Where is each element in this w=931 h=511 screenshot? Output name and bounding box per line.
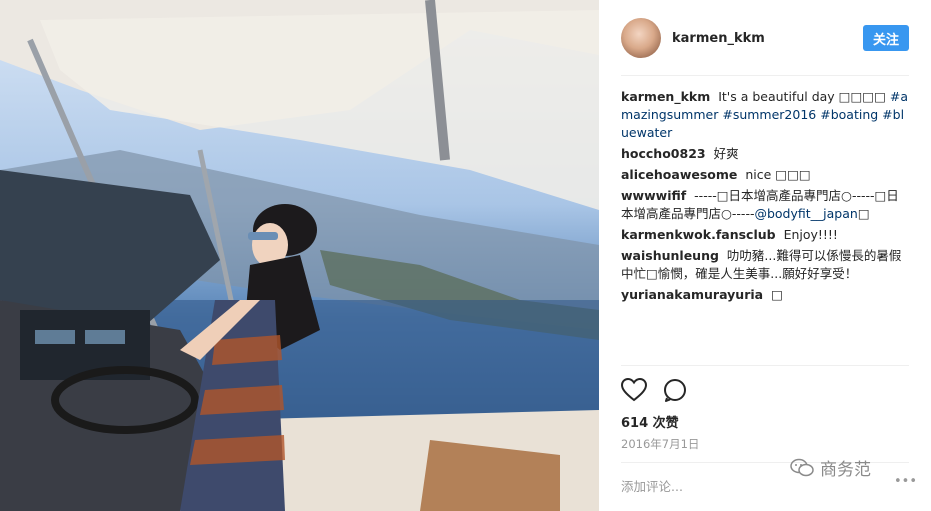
comment-username[interactable]: karmenkwok.fansclub [621,227,776,242]
comment-item: karmenkwok.fansclub Enjoy!!!! [621,226,909,244]
photo-scene [0,0,599,511]
comment-tail: □ [857,206,870,221]
comment-item: alicehoawesome nice □□□ [621,166,909,184]
comment-username[interactable]: hoccho0823 [621,146,706,161]
post-sidebar: karmen_kkm 关注 karmen_kkm It's a beautifu… [599,0,931,511]
caption-text: It's a beautiful day □□□□ [718,89,886,104]
post-date: 2016年7月1日 [621,437,700,451]
actions-divider [621,365,909,366]
comment-item: yurianakamurayuria □ [621,286,909,304]
caption: karmen_kkm It's a beautiful day □□□□ #am… [621,88,909,142]
post-header: karmen_kkm 关注 [621,15,909,61]
comment-username[interactable]: waishunleung [621,248,719,263]
header-divider [621,75,909,76]
comment-username[interactable]: yurianakamurayuria [621,287,763,302]
hashtag-boating[interactable]: #boating [820,107,878,122]
wechat-icon [790,458,814,476]
header-username[interactable]: karmen_kkm [672,31,765,46]
comment-item: hoccho0823 好爽 [621,145,909,163]
comment-icon[interactable] [663,378,687,402]
comment-text: nice □□□ [745,167,811,182]
watermark-text: 商务范 [820,460,871,480]
like-count[interactable]: 614 次赞 [621,412,679,431]
comment-text: Enjoy!!!! [783,227,838,242]
add-comment-input[interactable]: 添加评论... [621,476,683,495]
mention-link[interactable]: @bodyfit__japan [754,206,857,221]
comment-list: karmen_kkm It's a beautiful day □□□□ #am… [621,88,909,307]
watermark: 商务范 [790,455,871,480]
comment-text: □ [771,287,783,302]
follow-button[interactable]: 关注 [863,25,909,51]
comment-username[interactable]: wwwwifif [621,188,686,203]
action-bar [621,378,687,402]
hashtag-summer2016[interactable]: #summer2016 [722,107,816,122]
comment-item: wwwwifif -----□日本增高產品專門店○-----□日本增高產品專門店… [621,187,909,223]
avatar[interactable] [621,18,661,58]
caption-username[interactable]: karmen_kkm [621,89,710,104]
comment-text: 好爽 [713,146,739,161]
comment-item: waishunleung 叻叻豬...難得可以係慢長的暑假中忙□愉憫，確是人生美… [621,247,909,283]
post-photo [0,0,599,511]
more-options-button[interactable]: ••• [894,474,917,489]
comment-username[interactable]: alicehoawesome [621,167,737,182]
heart-icon[interactable] [621,378,647,402]
